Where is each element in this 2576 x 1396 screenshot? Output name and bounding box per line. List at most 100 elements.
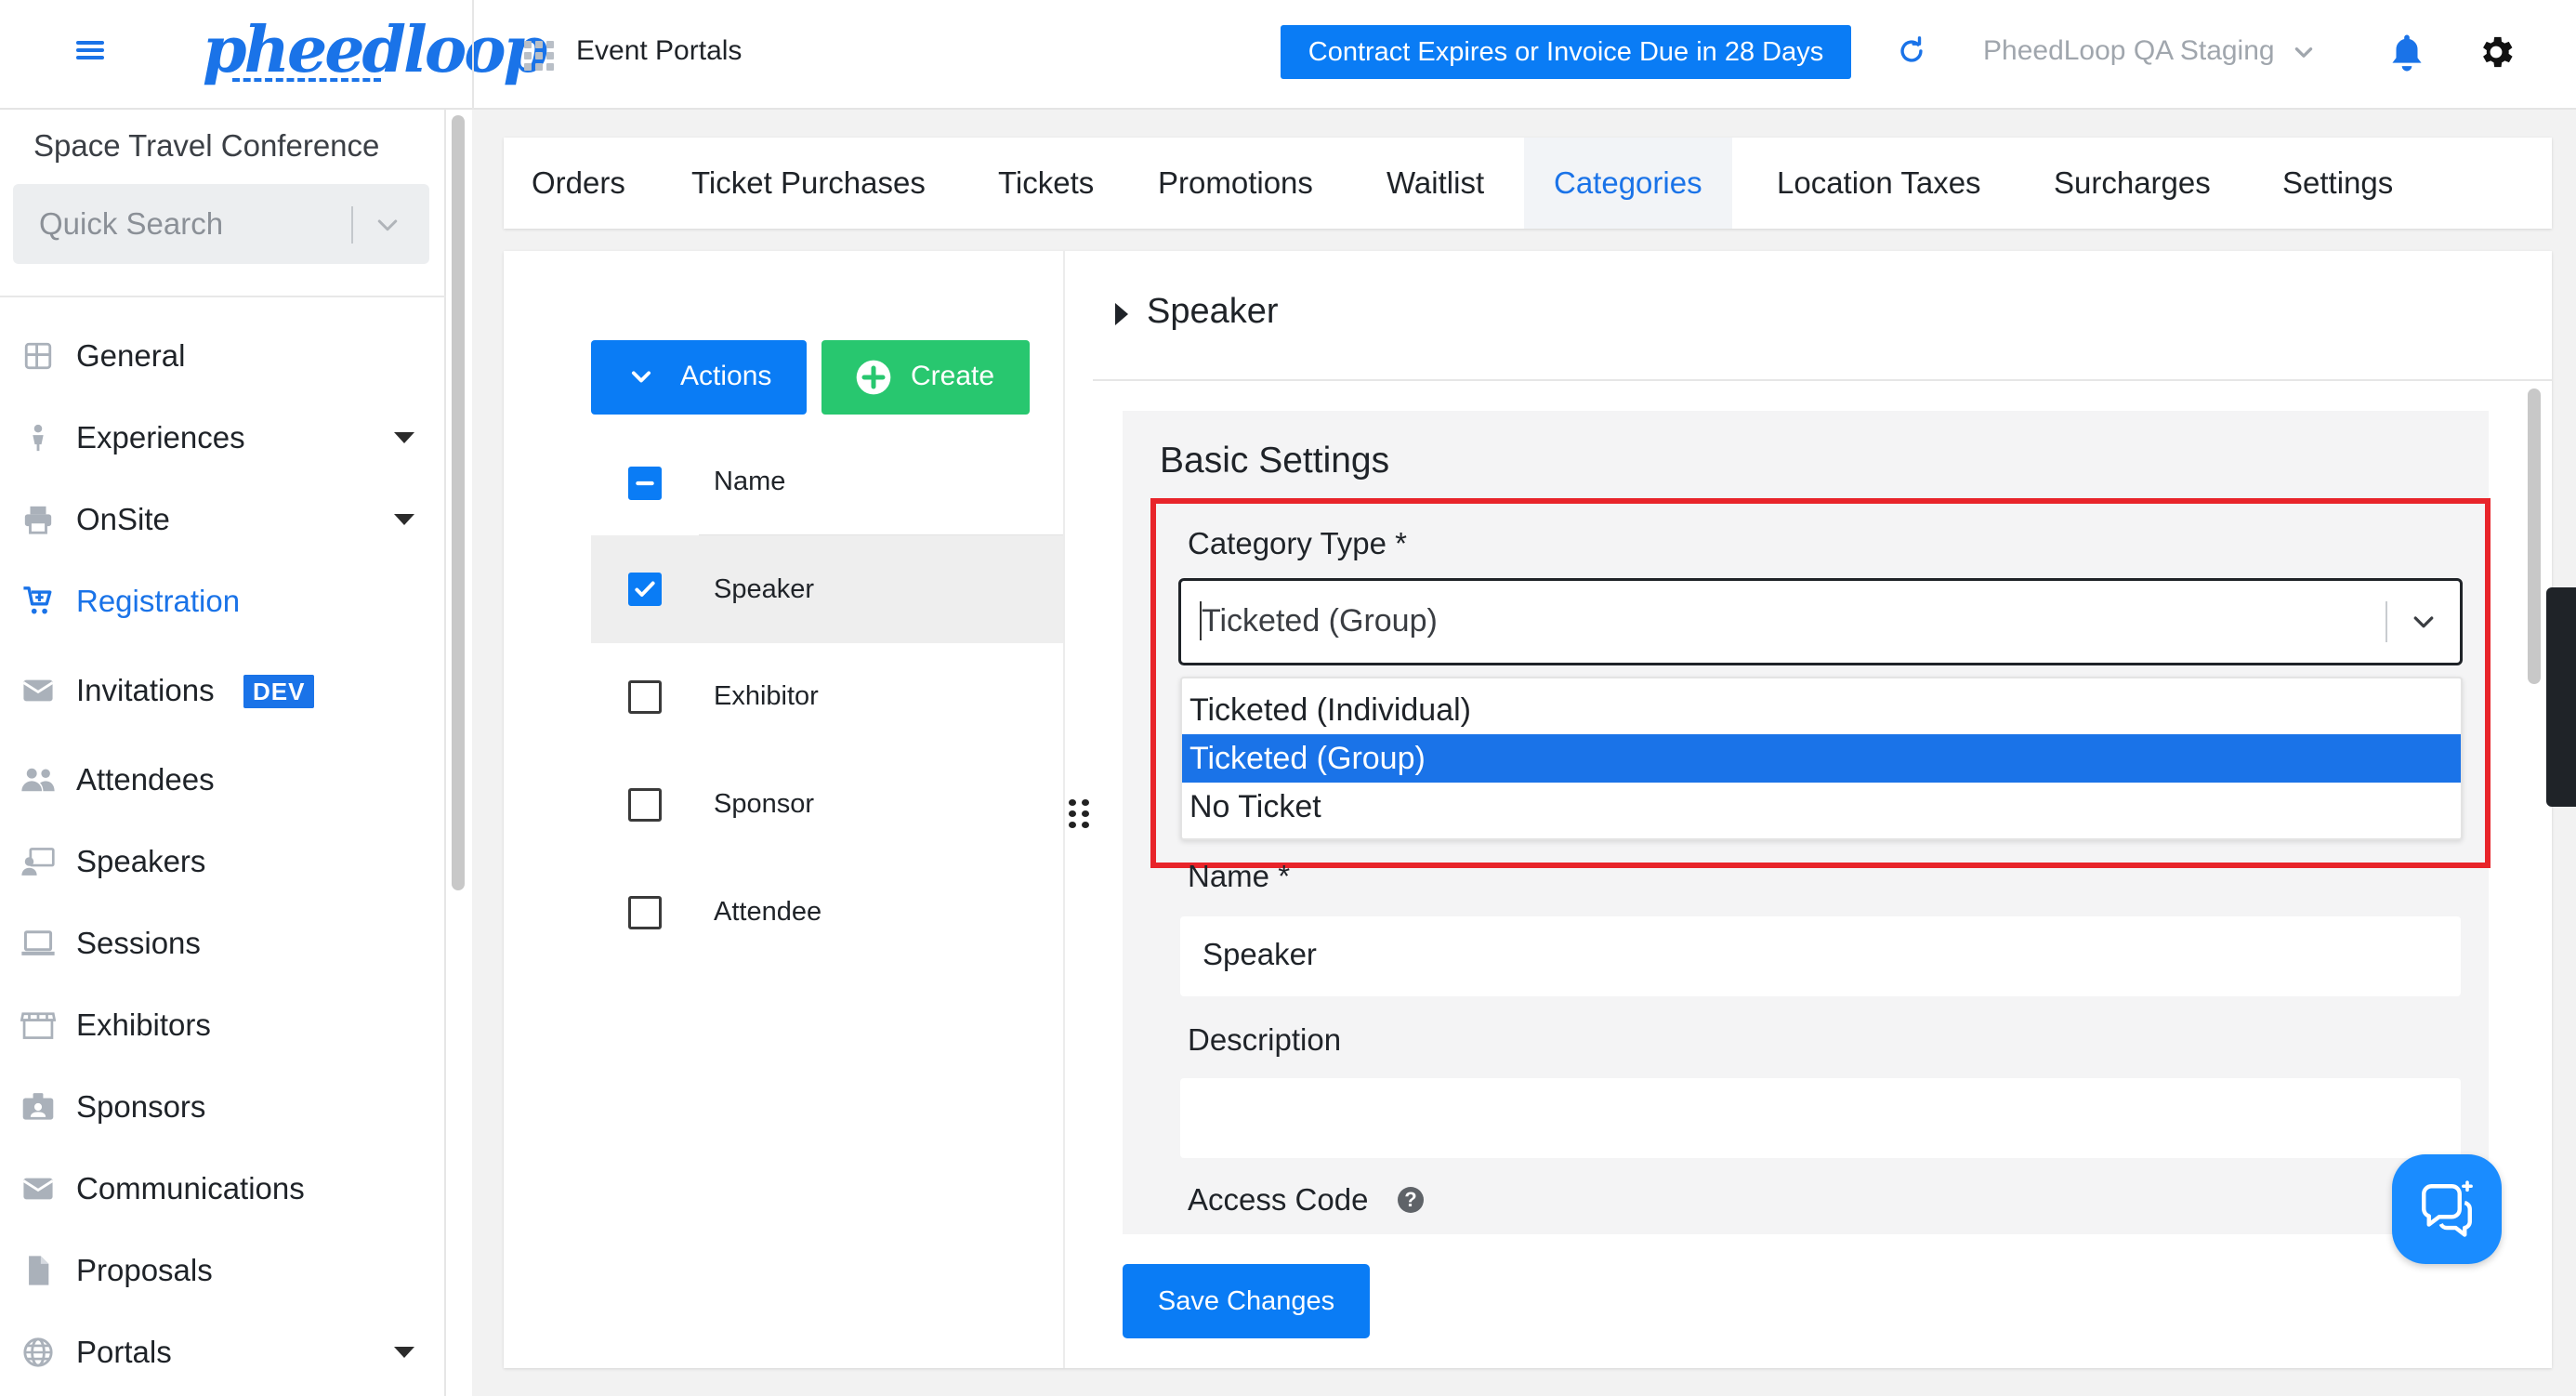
chevron-down-icon[interactable] — [2410, 609, 2438, 637]
caret-right-icon[interactable] — [1115, 303, 1128, 325]
actions-button[interactable]: Actions — [591, 340, 807, 415]
create-button-label: Create — [911, 361, 995, 391]
divider — [472, 0, 474, 110]
sidebar-item-sponsors[interactable]: Sponsors — [0, 1076, 446, 1138]
settings-gear-icon[interactable] — [2476, 32, 2517, 72]
store-icon — [20, 1012, 56, 1039]
tab-categories[interactable]: Categories — [1524, 138, 1732, 229]
sidebar-item-label: Portals — [76, 1335, 172, 1369]
category-detail-title[interactable]: Speaker — [1147, 292, 1279, 332]
chevron-down-icon[interactable] — [374, 212, 401, 240]
tab-tickets[interactable]: Tickets — [998, 138, 1094, 229]
save-changes-button[interactable]: Save Changes — [1123, 1264, 1370, 1338]
organization-select[interactable]: PheedLoop QA Staging — [1983, 35, 2275, 67]
tab-promotions[interactable]: Promotions — [1158, 138, 1313, 229]
globe-icon — [23, 1337, 53, 1367]
divider — [351, 206, 353, 244]
option-no-ticket[interactable]: No Ticket — [1182, 783, 2461, 831]
sidebar-item-communications[interactable]: Communications — [0, 1158, 446, 1219]
caret-down-icon[interactable] — [394, 1347, 414, 1358]
tab-surcharges[interactable]: Surcharges — [2054, 138, 2211, 229]
chevron-down-icon[interactable] — [2292, 41, 2316, 65]
tab-location-taxes[interactable]: Location Taxes — [1777, 138, 1981, 229]
detail-scrollbar[interactable] — [2528, 389, 2541, 684]
caret-down-icon[interactable] — [394, 514, 414, 525]
feedback-tab[interactable] — [2546, 587, 2576, 807]
name-label: Name * — [1188, 859, 1291, 893]
notification-bell-icon[interactable] — [2386, 32, 2427, 74]
quick-search-input[interactable]: Quick Search — [13, 184, 429, 264]
dev-badge: DEV — [243, 675, 315, 708]
row-checkbox[interactable] — [628, 573, 662, 606]
category-type-value: Ticketed (Group) — [1202, 603, 1438, 639]
create-button[interactable]: Create — [821, 340, 1030, 415]
table-row[interactable]: Attendee — [714, 897, 821, 928]
sidebar-item-label: Proposals — [76, 1253, 213, 1287]
section-heading: Basic Settings — [1160, 441, 1390, 481]
tab-settings[interactable]: Settings — [2282, 138, 2393, 229]
sidebar-item-speakers[interactable]: Speakers — [0, 831, 446, 892]
sidebar-item-label: Invitations — [76, 673, 215, 707]
help-question-icon[interactable]: ? — [1398, 1187, 1424, 1213]
sidebar-item-label: Communications — [76, 1171, 305, 1205]
sidebar-item-attendees[interactable]: Attendees — [0, 749, 446, 810]
cart-icon — [23, 586, 52, 614]
chat-bubble-icon — [2422, 1180, 2473, 1237]
table-row[interactable]: Sponsor — [714, 789, 814, 820]
drag-handle-icon[interactable] — [1069, 799, 1091, 829]
sidebar-item-label: Exhibitors — [76, 1007, 211, 1042]
name-input-value: Speaker — [1203, 937, 1317, 971]
access-code-label: Access Code — [1188, 1182, 1369, 1217]
contract-expiry-banner[interactable]: Contract Expires or Invoice Due in 28 Da… — [1281, 25, 1851, 79]
registration-tabs: Orders Ticket Purchases Tickets Promotio… — [504, 138, 2552, 229]
tab-orders[interactable]: Orders — [532, 138, 625, 229]
sidebar-item-sessions[interactable]: Sessions — [0, 913, 446, 974]
hamburger-menu-icon[interactable] — [76, 37, 104, 65]
grid-icon — [24, 342, 52, 370]
column-header-name[interactable]: Name — [714, 467, 785, 497]
people-icon — [21, 768, 55, 792]
select-all-checkbox[interactable] — [628, 467, 662, 500]
name-input[interactable]: Speaker — [1180, 916, 2461, 996]
sidebar-item-exhibitors[interactable]: Exhibitors — [0, 994, 446, 1056]
sidebar-item-registration[interactable]: Registration — [0, 571, 446, 632]
table-row[interactable]: Exhibitor — [714, 681, 819, 712]
description-input[interactable] — [1180, 1078, 2461, 1158]
tab-ticket-purchases[interactable]: Ticket Purchases — [691, 138, 926, 229]
sidebar-item-invitations[interactable]: Invitations DEV — [0, 660, 446, 721]
conference-name: Space Travel Conference — [33, 128, 380, 163]
option-ticketed-individual[interactable]: Ticketed (Individual) — [1182, 686, 2461, 734]
actions-button-label: Actions — [680, 361, 772, 391]
sidebar-item-portals[interactable]: Portals — [0, 1322, 446, 1383]
category-type-select[interactable]: Ticketed (Group) — [1178, 578, 2463, 665]
option-ticketed-group[interactable]: Ticketed (Group) — [1182, 734, 2461, 783]
chat-support-button[interactable] — [2392, 1154, 2502, 1264]
divider — [1093, 379, 2552, 381]
row-checkbox[interactable] — [628, 680, 662, 714]
mail-icon — [22, 1178, 54, 1200]
row-checkbox[interactable] — [628, 788, 662, 822]
table-row[interactable]: Speaker — [714, 574, 814, 605]
caret-down-icon[interactable] — [394, 432, 414, 443]
sidebar-item-label: Speakers — [76, 844, 206, 878]
divider — [0, 296, 446, 297]
event-portals-link[interactable]: Event Portals — [576, 35, 742, 67]
divider — [1063, 251, 1065, 1368]
speaker-icon — [21, 848, 55, 876]
row-checkbox[interactable] — [628, 896, 662, 929]
top-bar: pheedloop Event Portals Contract Expires… — [0, 0, 2576, 110]
apps-grid-icon[interactable] — [524, 41, 554, 71]
plus-circle-icon — [856, 360, 891, 395]
category-type-dropdown: Ticketed (Individual) Ticketed (Group) N… — [1180, 677, 2463, 840]
tab-waitlist[interactable]: Waitlist — [1387, 138, 1484, 229]
refresh-icon[interactable] — [1896, 35, 1927, 67]
person-icon — [33, 424, 44, 452]
sidebar-item-proposals[interactable]: Proposals — [0, 1240, 446, 1301]
sidebar-item-experiences[interactable]: Experiences — [0, 407, 446, 468]
sidebar-item-general[interactable]: General — [0, 325, 446, 387]
table-row-selected[interactable] — [591, 535, 1063, 643]
sidebar-scrollbar[interactable] — [452, 115, 465, 890]
document-icon — [29, 1256, 49, 1285]
divider — [2385, 601, 2387, 642]
sidebar-item-onsite[interactable]: OnSite — [0, 489, 446, 550]
